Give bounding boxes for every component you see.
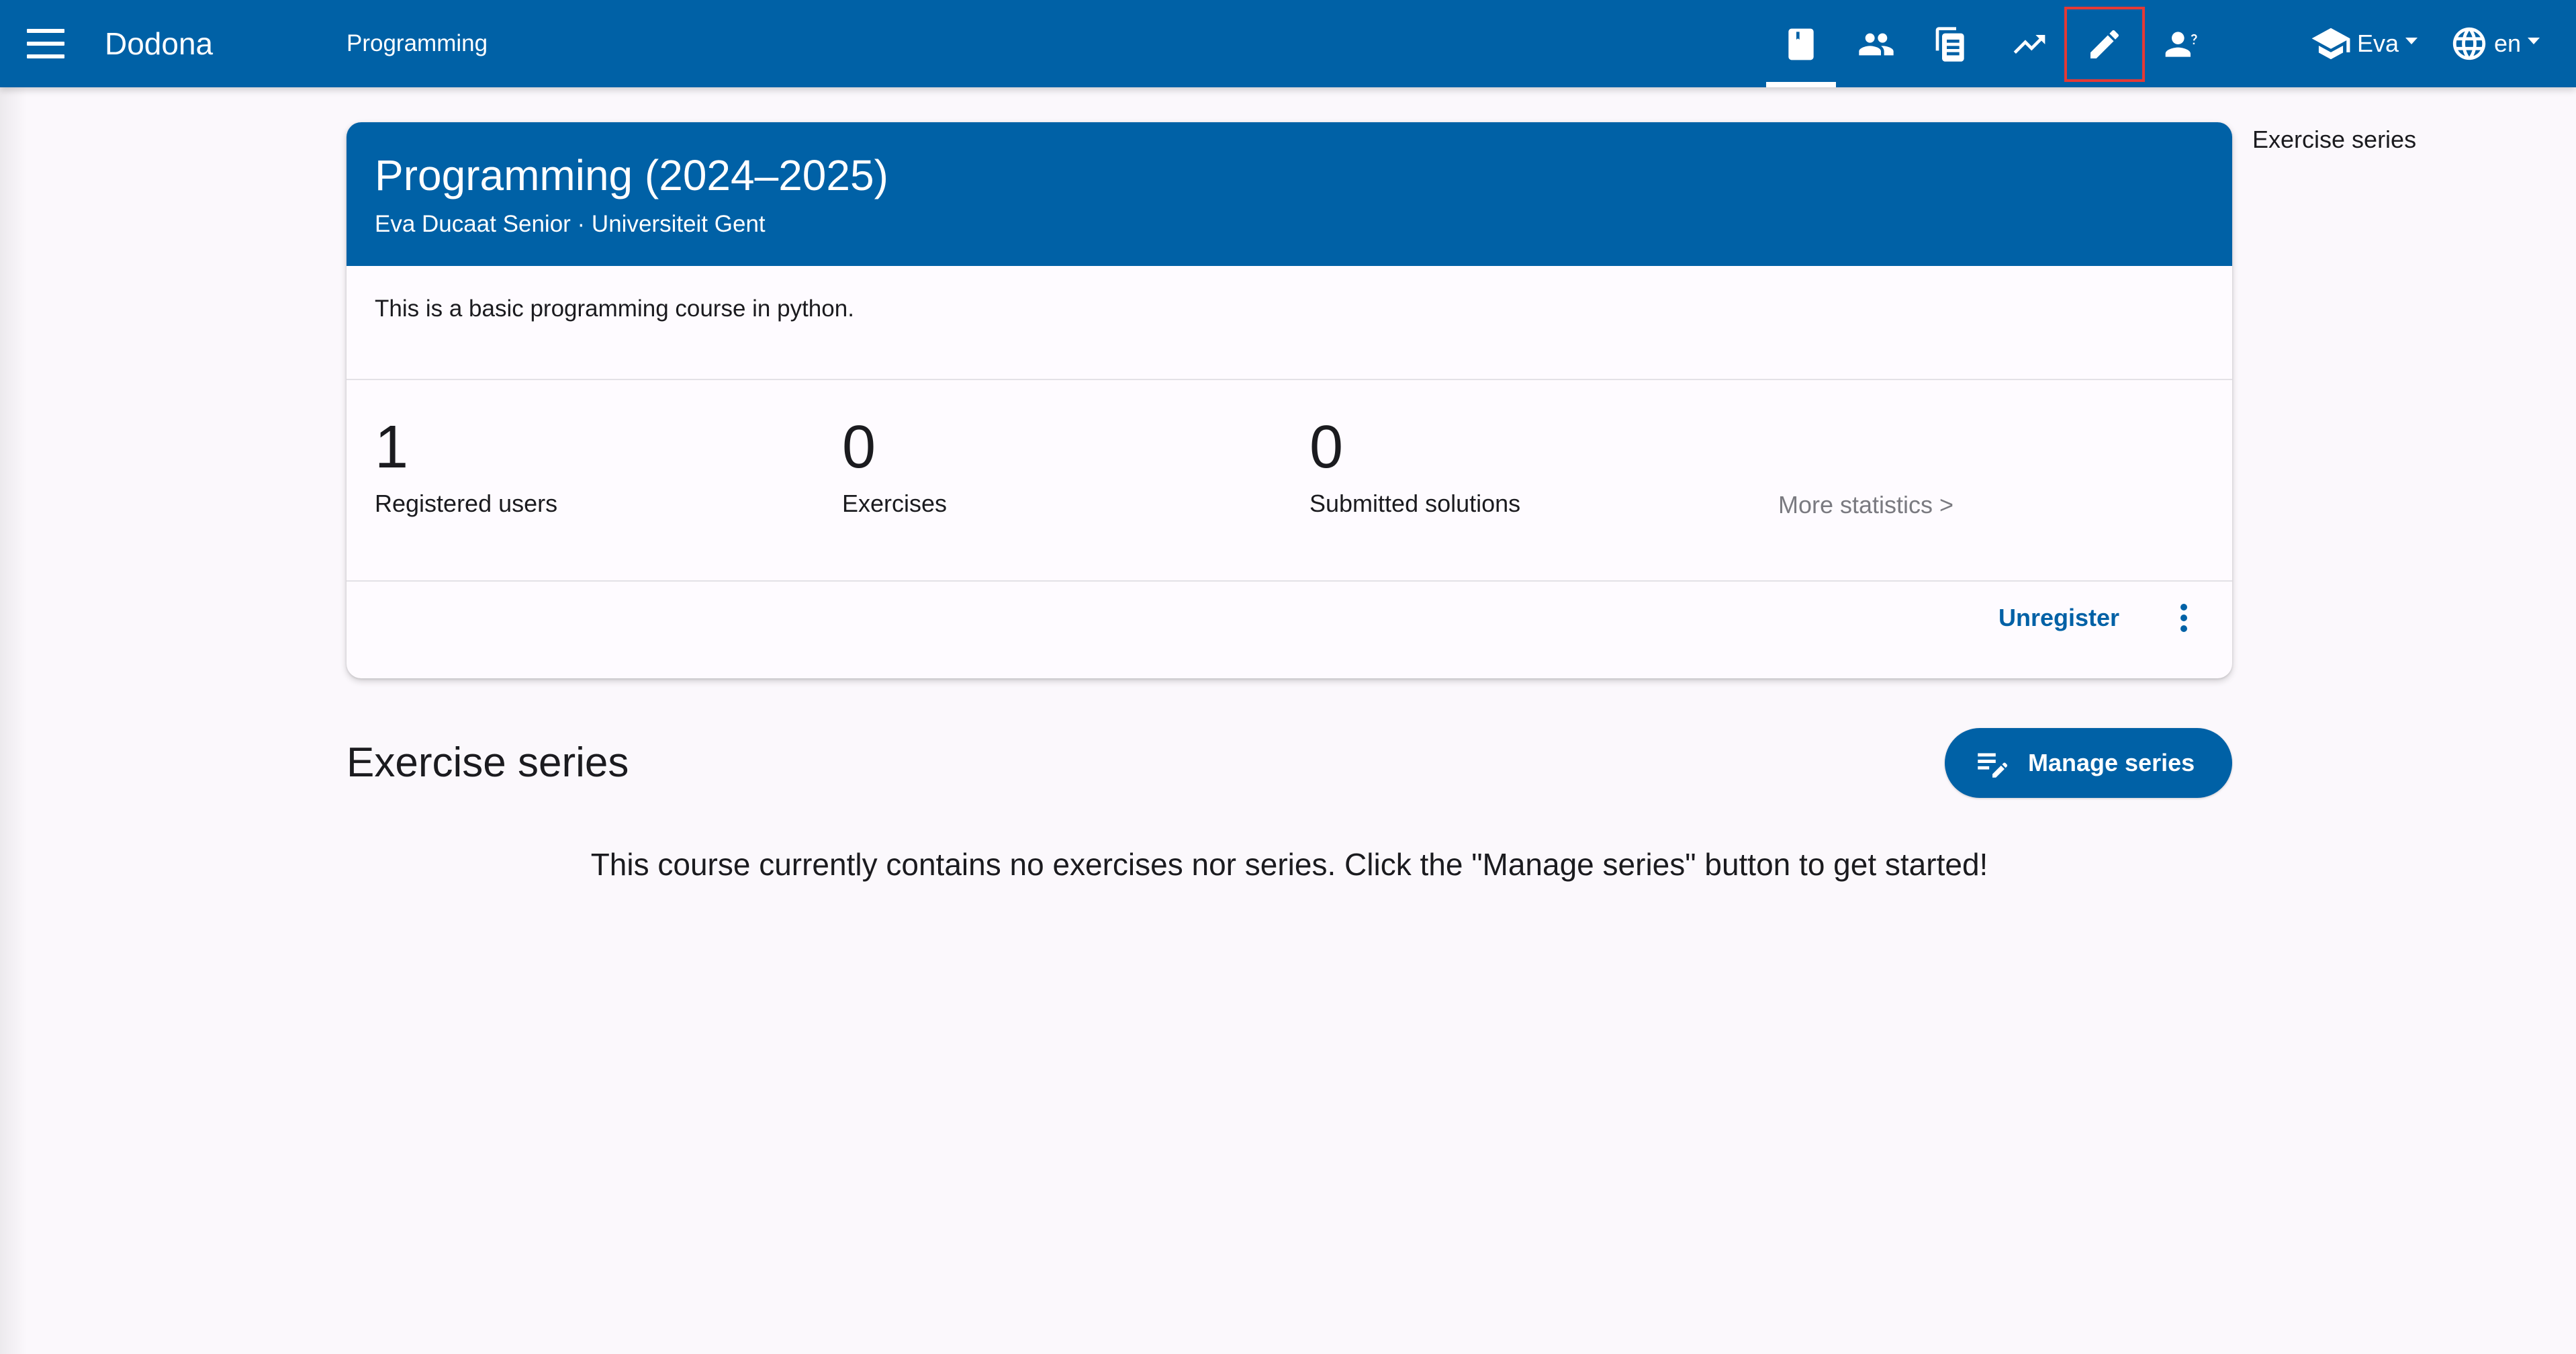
- page-left-shade: [0, 87, 27, 1354]
- stat-value: 0: [842, 414, 876, 481]
- stat-label: Exercises: [842, 490, 948, 517]
- brand-logo-text[interactable]: Dodona: [105, 24, 213, 63]
- more-statistics-link[interactable]: More statistics >: [1778, 490, 1953, 520]
- stat-submitted-solutions: 0 Submitted solutions: [1309, 412, 1520, 518]
- unregister-button[interactable]: Unregister: [1998, 603, 2119, 633]
- course-card-header: Programming (2024–2025) Eva Ducaat Senio…: [347, 122, 2232, 266]
- stat-exercises: 0 Exercises: [842, 412, 947, 518]
- course-card: Programming (2024–2025) Eva Ducaat Senio…: [347, 122, 2232, 678]
- user-name-label: Eva: [2357, 30, 2399, 57]
- user-menu[interactable]: Eva: [2310, 20, 2418, 67]
- course-breadcrumb[interactable]: Programming: [347, 29, 488, 58]
- submissions-icon[interactable]: [1927, 20, 1976, 69]
- card-divider: [347, 379, 2232, 380]
- toc-link-exercise-series[interactable]: Exercise series: [2252, 125, 2416, 154]
- series-section-title: Exercise series: [347, 739, 629, 786]
- chevron-down-icon: [2405, 38, 2418, 44]
- course-description: This is a basic programming course in py…: [375, 296, 854, 322]
- language-menu[interactable]: en: [2450, 20, 2540, 67]
- statistics-icon[interactable]: [2005, 20, 2054, 69]
- stat-label: Registered users: [375, 490, 558, 517]
- user-question-icon[interactable]: [2157, 20, 2205, 69]
- graduation-cap-icon: [2311, 28, 2350, 60]
- more-options-icon[interactable]: [2170, 598, 2197, 638]
- course-title: Programming (2024–2025): [375, 151, 888, 199]
- manage-series-label: Manage series: [2028, 749, 2195, 776]
- chevron-down-icon: [2528, 38, 2540, 44]
- manage-series-button[interactable]: Manage series: [1945, 728, 2232, 798]
- card-divider: [347, 580, 2232, 582]
- empty-series-message: This course currently contains no exerci…: [590, 847, 1988, 882]
- stat-registered-users: 1 Registered users: [375, 412, 557, 518]
- edit-list-icon: [1978, 753, 2008, 778]
- users-icon[interactable]: [1852, 20, 1900, 69]
- language-label: en: [2494, 30, 2522, 57]
- course-book-icon[interactable]: [1777, 20, 1825, 69]
- globe-icon: [2452, 27, 2486, 60]
- course-subtitle: Eva Ducaat Senior · Universiteit Gent: [375, 211, 766, 237]
- stat-value: 0: [1309, 414, 1344, 481]
- top-navbar: Dodona Programming Eva en: [0, 0, 2576, 87]
- stat-label: Submitted solutions: [1309, 490, 1521, 517]
- stat-value: 1: [375, 414, 409, 481]
- active-tab-indicator: [1766, 82, 1836, 87]
- highlight-box: [2064, 7, 2145, 82]
- hamburger-menu-icon[interactable]: [27, 29, 64, 58]
